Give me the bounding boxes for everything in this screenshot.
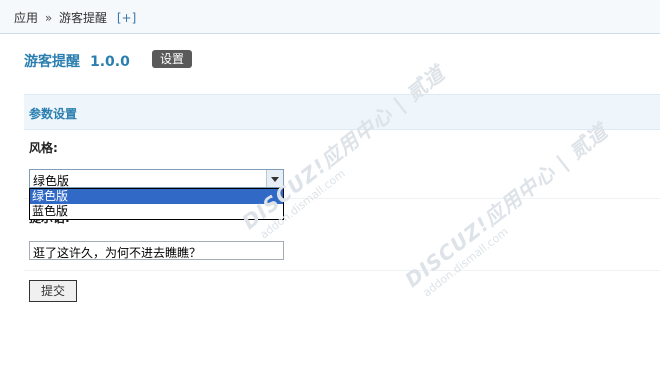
- watermark-brand: DISCUZ!应用中心 | 贰道: [400, 119, 613, 293]
- section-title: 参数设置: [29, 107, 78, 121]
- breadcrumb-current: 游客提醒: [59, 11, 108, 25]
- plugin-title: 游客提醒 1.0.0: [24, 51, 130, 71]
- breadcrumb-separator: »: [44, 11, 53, 25]
- submit-button[interactable]: 提交: [29, 280, 77, 302]
- style-label: 风格:: [29, 141, 58, 155]
- tip-input-value: 逛了这许久，为何不进去瞧瞧？: [33, 246, 202, 260]
- breadcrumb-root[interactable]: 应用: [14, 11, 38, 25]
- tip-input[interactable]: 逛了这许久，为何不进去瞧瞧？: [29, 241, 284, 260]
- style-dropdown-list[interactable]: 绿色版 蓝色版: [29, 188, 284, 220]
- style-select-value: 绿色版: [33, 174, 70, 188]
- breadcrumb: 应用 » 游客提醒 [+]: [14, 9, 136, 26]
- section-header: 参数设置: [24, 94, 660, 130]
- add-shortcut-link[interactable]: [+]: [117, 11, 136, 25]
- chevron-down-icon[interactable]: [266, 170, 283, 187]
- divider: [24, 270, 660, 271]
- breadcrumb-bar: 应用 » 游客提醒 [+]: [0, 0, 660, 34]
- watermark: DISCUZ!应用中心 | 贰道 addon.dismall.com: [398, 116, 621, 303]
- plugin-name: 游客提醒: [24, 54, 80, 70]
- dropdown-option-blue[interactable]: 蓝色版: [30, 204, 283, 219]
- watermark-domain: addon.dismall.com: [420, 224, 511, 300]
- style-select[interactable]: 绿色版: [29, 169, 284, 188]
- settings-button[interactable]: 设置: [152, 50, 193, 68]
- plugin-version: 1.0.0: [90, 54, 130, 70]
- dropdown-option-green[interactable]: 绿色版: [30, 189, 283, 204]
